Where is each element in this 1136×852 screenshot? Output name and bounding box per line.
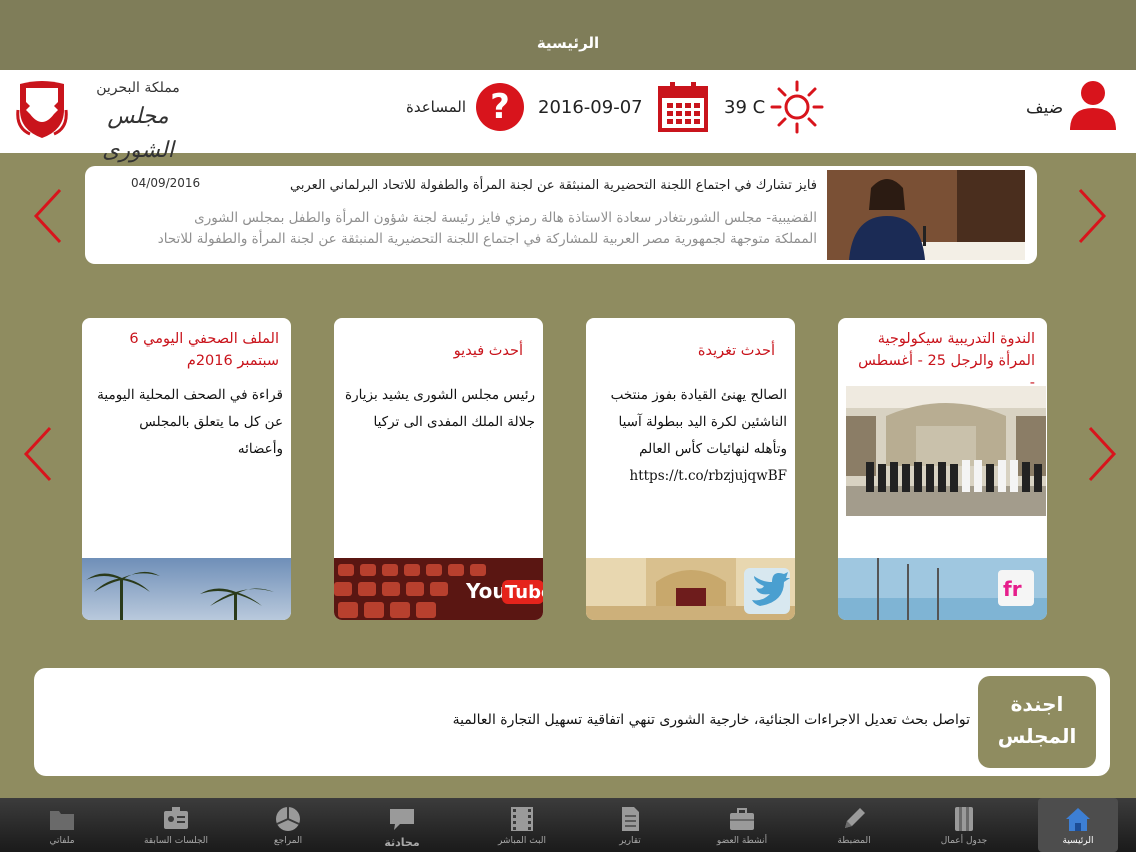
tiles-prev-arrow[interactable] [18,424,58,484]
tab-member-activities[interactable]: أنشطة العضو [702,798,782,852]
tab-label: المراجع [273,836,303,846]
palm-trees-icon [82,558,291,620]
news-body-line: القضيبية- مجلس الشورىتغادر سعادة الاستاذ… [194,210,817,226]
svg-text:Tube: Tube [505,582,543,603]
tile-title: الملف الصحفي اليومي 6 سبتمبر 2016م [129,331,279,369]
tab-label: محادثة [384,836,420,849]
tab-label: تقارير [619,836,641,846]
tile-press-file[interactable]: الملف الصحفي اليومي 6 سبتمبر 2016م قراءة… [82,318,291,620]
tab-label: البث المباشر [497,836,547,846]
svg-text:You: You [465,579,507,603]
logo-line-kingdom: مملكة البحرين [96,80,180,96]
pie-icon [276,807,300,831]
tab-label: ملفاتي [49,836,75,846]
seminar-photo [846,386,1046,516]
news-body-line: المملكة متوجهة لجمهورية مصر العربية للمش… [157,231,817,247]
tab-live-broadcast[interactable]: البث المباشر [482,798,562,852]
tiles-next-arrow[interactable] [1082,424,1122,484]
sun-icon [770,80,824,134]
tile-title: الندوة التدريبية سيكولوجية المرأة والرجل… [858,331,1035,391]
tab-label: جدول أعمال [940,836,988,846]
news-prev-arrow[interactable] [28,186,68,246]
tab-label: المضبطة [837,836,871,846]
chat-icon [390,809,414,830]
tile-title: أحدث تغريدة [697,343,775,359]
tab-agenda[interactable]: جدول أعمال [924,798,1004,852]
tab-my-files[interactable]: ملفاتي [22,798,102,852]
temperature-label: 39 C [724,97,766,118]
tab-label: أنشطة العضو [716,836,768,846]
user-label[interactable]: ضيف [1026,98,1063,118]
help-label[interactable]: المساعدة [406,98,466,116]
calendar-icon [658,82,708,132]
news-body: القضيبية- مجلس الشورىتغادر سعادة الاستاذ… [87,208,817,250]
tile-text: قراءة في الصحف المحلية اليومية عن كل ما … [97,387,283,457]
film-icon [511,807,533,831]
home-icon [1066,808,1090,831]
pencil-icon [845,808,865,828]
svg-text:fr: fr [1003,577,1022,601]
youtube-icon: You Tube [334,558,543,620]
news-title[interactable]: فايز تشارك في اجتماع اللجنة التحضيرية ال… [290,178,817,193]
agenda-text: تواصل بحث تعديل الاجراءات الجنائية، خارج… [452,712,970,728]
folder-icon [50,811,74,830]
tile-title: أحدث فيديو [453,343,523,359]
tile-seminar[interactable]: الندوة التدريبية سيكولوجية المرأة والرجل… [838,318,1047,620]
tab-minutes[interactable]: المضبطة [814,798,894,852]
logo-line-council: مجلس الشورى [102,104,174,163]
twitter-icon [586,558,795,620]
navigation-bar: الرئيسية [0,0,1136,70]
council-logo: مملكة البحرين مجلس الشورى [78,76,198,163]
book-icon [955,807,973,831]
bahrain-emblem-icon [16,81,68,138]
news-next-arrow[interactable] [1072,186,1112,246]
flickr-icon: fr [838,558,1047,620]
id-card-icon [164,807,188,829]
tab-chat[interactable]: محادثة [362,798,442,852]
tab-label: الجلسات السابقة [143,836,209,846]
agenda-badge: اجندة المجلس [978,676,1096,768]
briefcase-icon [730,808,754,830]
tab-bar: الرئيسية جدول أعمال المضبطة أنشطة العضو … [0,798,1136,852]
tile-text: رئيس مجلس الشورى يشيد بزيارة جلالة الملك… [345,387,535,430]
news-photo [827,170,1025,260]
news-date: 04/09/2016 [131,176,201,190]
date-label: 2016-09-07 [538,97,643,118]
page-title: الرئيسية [536,34,600,52]
help-icon[interactable]: ? [476,83,524,131]
tile-latest-tweet[interactable]: أحدث تغريدة الصالح يهنئ القيادة بفوز منت… [586,318,795,620]
tab-references[interactable]: المراجع [248,798,328,852]
council-agenda[interactable]: اجندة المجلس تواصل بحث تعديل الاجراءات ا… [34,668,1110,776]
user-icon[interactable] [1068,78,1118,130]
news-card[interactable]: 04/09/2016 فايز تشارك في اجتماع اللجنة ا… [85,166,1037,264]
tab-previous-sessions[interactable]: الجلسات السابقة [136,798,216,852]
tab-home[interactable]: الرئيسية [1038,798,1118,852]
document-icon [622,807,639,831]
tile-latest-video[interactable]: أحدث فيديو رئيس مجلس الشورى يشيد بزيارة … [334,318,543,620]
tab-reports[interactable]: تقارير [590,798,670,852]
tab-label: الرئيسية [1062,836,1094,846]
header: مملكة البحرين مجلس الشورى المساعدة ? 201… [0,70,1136,163]
tile-text: الصالح يهنئ القيادة بفوز منتخب الناشئين … [610,387,787,484]
